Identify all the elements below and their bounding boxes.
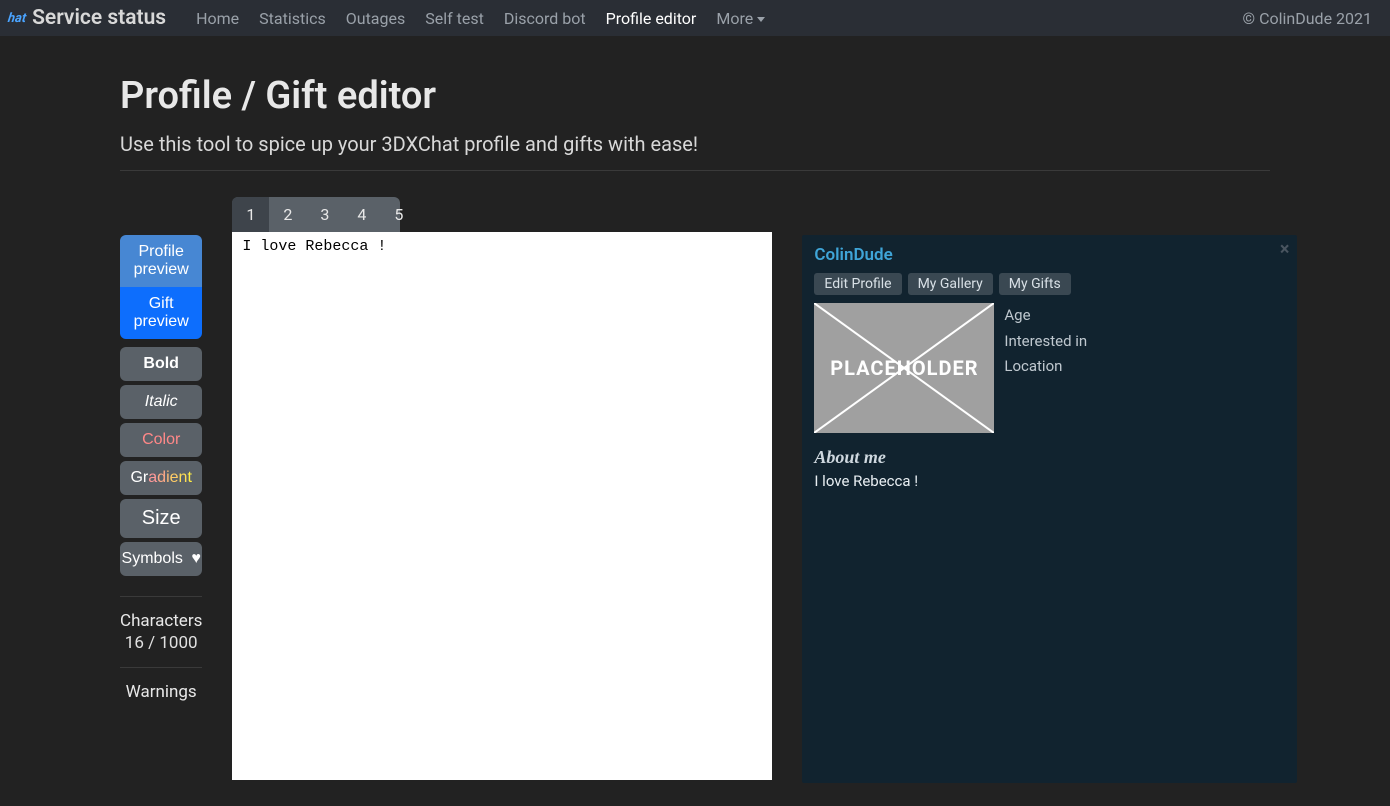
warnings-label: Warnings (120, 682, 202, 702)
meta-age: Age (1004, 303, 1087, 329)
tab-5[interactable]: 5 (380, 197, 417, 232)
heart-icon: ♥ (191, 550, 201, 568)
tab-4[interactable]: 4 (343, 197, 380, 232)
close-icon[interactable]: × (1280, 239, 1290, 260)
symbols-button[interactable]: Symbols ♥ (120, 542, 202, 576)
preview-tab-my-gallery[interactable]: My Gallery (908, 273, 993, 295)
preview-meta: Age Interested in Location (1004, 303, 1087, 433)
chevron-down-icon (757, 17, 765, 22)
page-title: Profile / Gift editor (120, 74, 1270, 118)
nav-more[interactable]: More (716, 9, 765, 28)
top-nav-bar: hat Service status Home Statistics Outag… (0, 0, 1390, 36)
profile-preview-button[interactable]: Profile preview (120, 235, 202, 287)
tab-3[interactable]: 3 (306, 197, 343, 232)
char-counter: Characters 16 / 1000 (120, 596, 202, 653)
placeholder-label: PLACEHOLDER (830, 356, 978, 380)
nav-outages[interactable]: Outages (346, 9, 406, 28)
divider (120, 170, 1270, 171)
logo-fragment: hat (7, 11, 27, 26)
meta-interested: Interested in (1004, 329, 1087, 355)
bold-button[interactable]: Bold (120, 347, 202, 381)
nav-profile-editor[interactable]: Profile editor (606, 9, 697, 28)
about-me-label: About me (814, 447, 1285, 468)
italic-button[interactable]: Italic (120, 385, 202, 419)
tab-2[interactable]: 2 (269, 197, 306, 232)
profile-text-editor[interactable] (232, 232, 772, 780)
editor-sidebar: Profile preview Gift preview Bold Italic… (120, 235, 202, 702)
char-counter-label: Characters (120, 611, 202, 631)
profile-preview-panel: × ColinDude Edit Profile My Gallery My G… (802, 235, 1297, 783)
gift-preview-button[interactable]: Gift preview (120, 287, 202, 339)
meta-location: Location (1004, 354, 1087, 380)
nav-home[interactable]: Home (196, 9, 239, 28)
nav-discord-bot[interactable]: Discord bot (504, 9, 586, 28)
nav-statistics[interactable]: Statistics (259, 9, 326, 28)
editor-column: 1 2 3 4 5 (232, 197, 772, 784)
copyright-text: © ColinDude 2021 (1243, 9, 1372, 28)
nav-self-test[interactable]: Self test (425, 9, 484, 28)
nav-links: Home Statistics Outages Self test Discor… (196, 9, 1242, 28)
about-me-text: I love Rebecca ! (814, 472, 1285, 490)
preview-tabs: Edit Profile My Gallery My Gifts (814, 273, 1285, 295)
site-brand: Service status (32, 6, 166, 30)
preview-tab-my-gifts[interactable]: My Gifts (999, 273, 1071, 295)
preview-tab-edit-profile[interactable]: Edit Profile (814, 273, 901, 295)
warnings-section: Warnings (120, 667, 202, 702)
gradient-button[interactable]: Gradient (120, 461, 202, 495)
page-subtitle: Use this tool to spice up your 3DXChat p… (120, 132, 1270, 156)
char-counter-value: 16 / 1000 (120, 633, 202, 653)
size-button[interactable]: Size (120, 499, 202, 538)
tab-1[interactable]: 1 (232, 197, 269, 232)
editor-tabs: 1 2 3 4 5 (232, 197, 400, 232)
avatar-placeholder: PLACEHOLDER (814, 303, 994, 433)
color-button[interactable]: Color (120, 423, 202, 457)
preview-username: ColinDude (814, 245, 1285, 265)
